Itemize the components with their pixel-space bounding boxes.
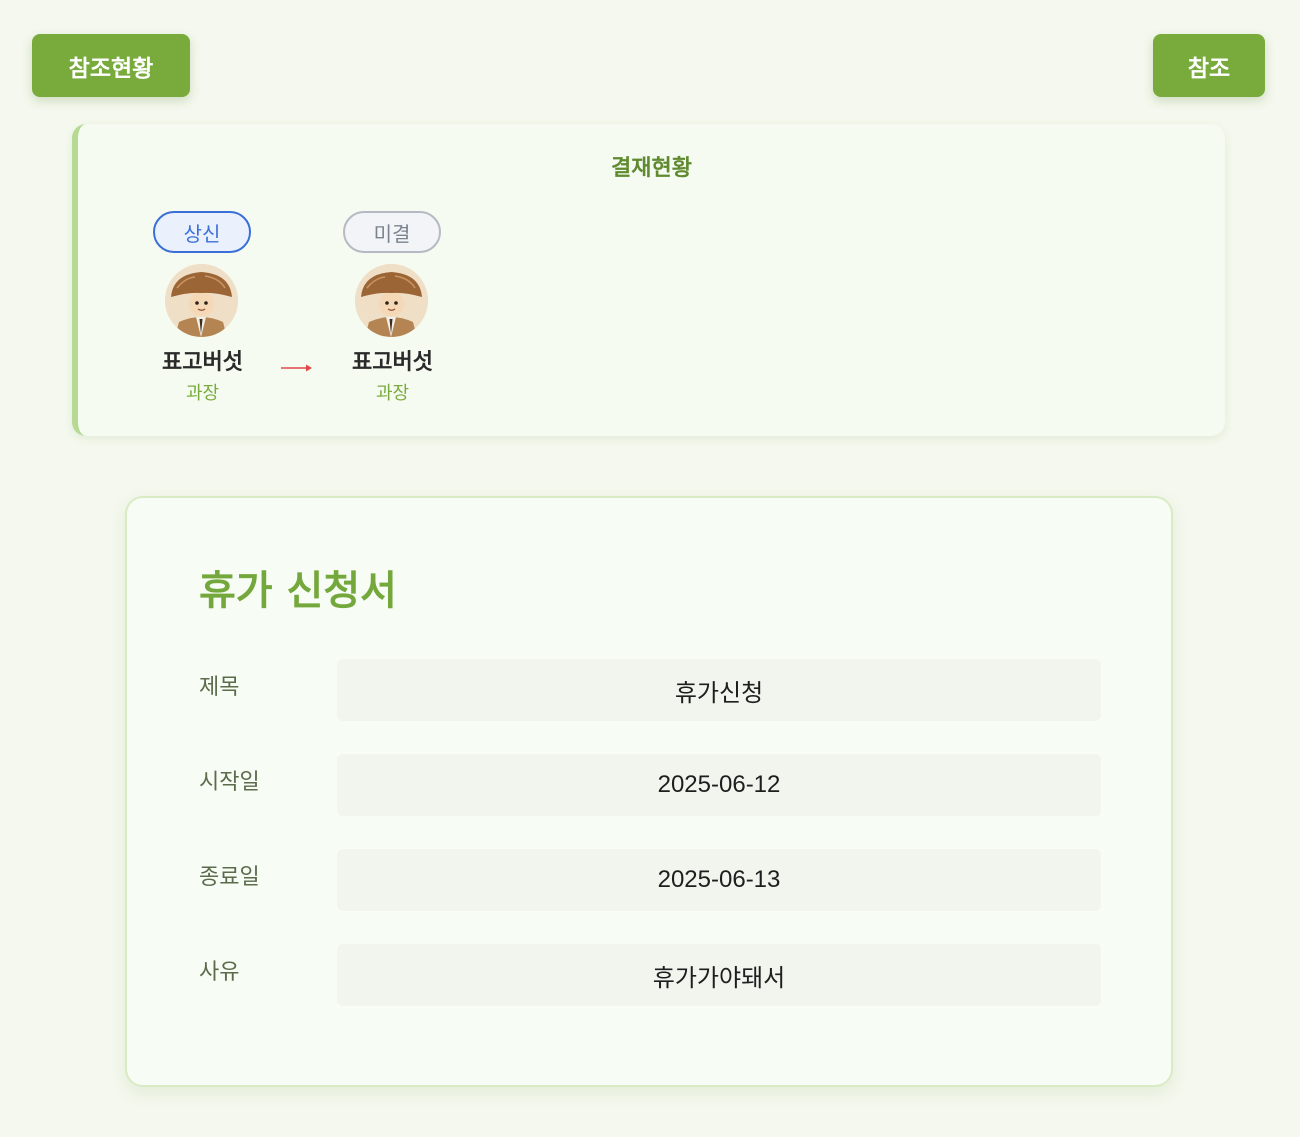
mushroom-avatar-icon [355, 264, 428, 337]
avatar [355, 264, 428, 337]
status-badge-submitted: 상신 [153, 211, 251, 253]
avatar [165, 264, 238, 337]
approver-card: 상신 표고버섯 과장 [145, 211, 255, 411]
approval-status-panel: 결재현황 상신 표고버섯 과장 미결 표고버섯 과장 [72, 124, 1225, 436]
approval-status-title: 결재현황 [611, 156, 692, 181]
field-row-start-date: 시작일 2025-06-12 [199, 754, 1103, 816]
field-label: 종료일 [199, 865, 260, 890]
approver-card: 미결 표고버섯 과장 [335, 211, 445, 411]
leave-request-form: 휴가 신청서 제목 휴가신청 시작일 2025-06-12 종료일 2025-0… [125, 496, 1173, 1087]
field-row-subject: 제목 휴가신청 [199, 659, 1103, 721]
field-label: 사유 [199, 960, 240, 985]
reason-field: 휴가가야돼서 [337, 944, 1101, 1006]
subject-field: 휴가신청 [337, 659, 1101, 721]
start-date-field: 2025-06-12 [337, 754, 1101, 816]
approver-name: 표고버섯 [352, 350, 433, 375]
approver-rank: 과장 [375, 383, 410, 404]
field-row-reason: 사유 휴가가야돼서 [199, 944, 1103, 1006]
approver-rank: 과장 [185, 383, 220, 404]
reference-status-button[interactable]: 참조현황 [32, 34, 190, 97]
approver-name: 표고버섯 [162, 350, 243, 375]
end-date-field: 2025-06-13 [337, 849, 1101, 911]
field-label: 시작일 [199, 770, 260, 795]
field-label: 제목 [199, 675, 240, 700]
reference-button[interactable]: 참조 [1153, 34, 1265, 97]
mushroom-avatar-icon [165, 264, 238, 337]
right-arrow-icon [281, 364, 312, 372]
field-row-end-date: 종료일 2025-06-13 [199, 849, 1103, 911]
document-title: 휴가 신청서 [199, 568, 397, 614]
status-badge-pending: 미결 [343, 211, 441, 253]
